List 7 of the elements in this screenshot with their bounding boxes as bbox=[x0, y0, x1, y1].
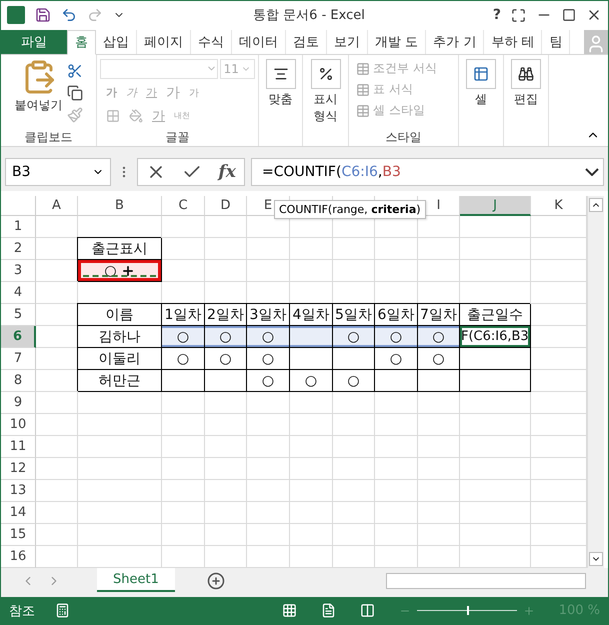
group-label: 클립보드 bbox=[24, 129, 74, 146]
status-mode: 참조 bbox=[9, 602, 35, 620]
group-label: 스타일 bbox=[384, 129, 422, 146]
group-label: 글꼴 bbox=[164, 129, 190, 146]
window-title: 통합 문서6 - Excel bbox=[252, 7, 366, 24]
zoom-level: 100 % bbox=[558, 603, 600, 618]
function-tooltip: COUNTIF(range, criteria) bbox=[274, 200, 426, 219]
